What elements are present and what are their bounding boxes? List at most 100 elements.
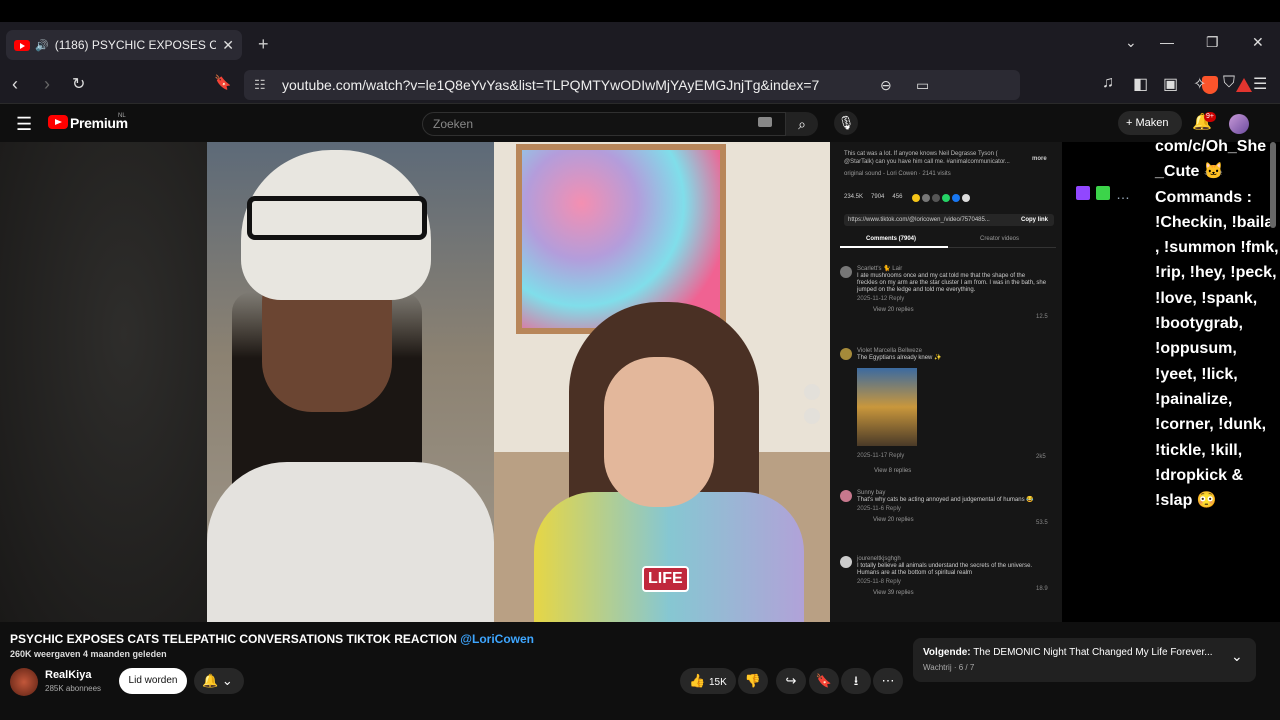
keyboard-icon[interactable]: [758, 117, 772, 127]
guide-menu-icon[interactable]: ☰: [16, 114, 32, 135]
cast-icon[interactable]: ▭: [916, 70, 929, 100]
reactor-video: [207, 142, 494, 622]
like-count: 15K: [709, 677, 727, 688]
like-icon: 👍: [689, 673, 706, 688]
tiktok-saves: 456: [892, 194, 903, 200]
window-close-icon[interactable]: ✕: [1252, 34, 1264, 51]
comment-image: [857, 368, 917, 446]
comment-likes: 53.5: [1036, 520, 1048, 526]
vpn-icon[interactable]: ⛉: [1223, 74, 1235, 92]
notification-badge: 9+: [1204, 112, 1216, 122]
comment-meta: 2025-11-17 Reply: [857, 453, 905, 459]
plus-icon[interactable]: +: [258, 34, 269, 55]
dislike-button[interactable]: 👎: [738, 668, 768, 694]
channel-name[interactable]: RealKiya: [45, 669, 91, 681]
search-icon[interactable]: ⌕: [786, 112, 818, 136]
channel-avatar[interactable]: [10, 668, 38, 696]
comment-text: That's why cats be acting annoyed and ju…: [857, 497, 1034, 503]
comment-replies: View 20 replies: [873, 307, 914, 313]
tab-creator-videos: Creator videos: [980, 236, 1020, 242]
reload-icon[interactable]: ↻: [72, 74, 85, 94]
overlay-label: LIFE: [642, 566, 689, 592]
bell-icon: 🔔: [202, 673, 219, 688]
tab-comments: Comments (7904): [866, 236, 917, 242]
comment-user: Violet Marcella Bellweze: [857, 348, 922, 354]
video-title: PSYCHIC EXPOSES CATS TELEPATHIC CONVERSA…: [10, 632, 534, 646]
forward-icon[interactable]: ›: [44, 74, 50, 95]
tiktok-comments-panel: This cat was a lot. If anyone knows Neil…: [830, 142, 1062, 622]
comment-likes: 2k5: [1036, 454, 1046, 460]
comment-user: Sunny bay: [857, 490, 886, 496]
tiktok-description: This cat was a lot. If anyone knows Neil…: [844, 151, 1010, 165]
dislike-icon: 👎: [744, 673, 762, 688]
comment-text: I totally believe all animals understand…: [857, 563, 1033, 576]
minimize-icon[interactable]: —: [1160, 34, 1174, 50]
comment-likes: 12.5: [1036, 314, 1048, 320]
nav-bar: ‹ › ↻ 🔖 ☷ youtube.com/watch?v=le1Q8eYvYa…: [0, 66, 1280, 104]
close-icon[interactable]: ✕: [222, 37, 234, 54]
sidebar-icon[interactable]: ◧: [1133, 74, 1148, 94]
comment-text: The Egyptians already knew ✨: [857, 355, 942, 361]
avatar[interactable]: [1229, 114, 1249, 134]
music-icon[interactable]: ♫: [1102, 74, 1114, 92]
youtube-logo-icon[interactable]: [48, 115, 68, 129]
join-button[interactable]: Lid worden: [119, 668, 187, 694]
more-button[interactable]: ⋯: [873, 668, 903, 694]
restore-icon[interactable]: ❐: [1206, 34, 1219, 51]
tiktok-comments: 7904: [871, 194, 885, 200]
more-icon: ⋯: [881, 673, 895, 688]
stream-chat-overlay: … com/c/Oh_She _Cute 🐱Commands : !Checki…: [1062, 138, 1280, 622]
comment-text: I ate mushrooms once and my cat told me …: [857, 273, 1047, 293]
zoom-icon[interactable]: ⊖: [880, 70, 892, 100]
copy-link: Copy link: [1020, 217, 1048, 223]
comment-replies: View 39 replies: [873, 590, 914, 596]
scroll-up-icon: [804, 384, 820, 400]
scrollbar[interactable]: [1270, 142, 1276, 228]
tab-bar: 🔊 (1186) PSYCHIC EXPOSES CAT ✕ + ⌄ — ❐ ✕: [0, 22, 1280, 66]
chevron-down-icon[interactable]: ⌄: [1125, 34, 1137, 51]
save-button[interactable]: 🔖: [809, 668, 839, 694]
tiktok-likes: 234.5K: [844, 194, 864, 200]
queue-position: Wachtrij · 6 / 7: [923, 663, 975, 672]
mention-link[interactable]: @LoriCowen: [460, 632, 534, 646]
search-input[interactable]: Zoeken: [422, 112, 786, 136]
create-button[interactable]: + Maken: [1118, 111, 1182, 135]
address-bar[interactable]: ☷ youtube.com/watch?v=le1Q8eYvYas&list=T…: [244, 70, 1252, 100]
playlist-next-card[interactable]: Volgende: The DEMONIC Night That Changed…: [913, 638, 1256, 682]
mic-icon[interactable]: 🎙: [834, 111, 858, 135]
video-player[interactable]: LIFE This cat was a lot. If anyone knows…: [0, 142, 1062, 622]
youtube-header: ☰ Premium NL Zoeken ⌕ 🎙 + Maken 🔔 9+: [0, 104, 1280, 142]
comment-user: Scarlett's 🐈 Lair: [857, 266, 903, 272]
video-title-text: PSYCHIC EXPOSES CATS TELEPATHIC CONVERSA…: [10, 632, 457, 646]
menu-icon[interactable]: ☰: [1253, 74, 1267, 94]
tiktok-link: https://www.tiktok.com/@loricowen_/video…: [844, 214, 1054, 226]
next-prefix: Volgende:: [923, 647, 971, 658]
bookmark-icon[interactable]: 🔖: [214, 74, 231, 91]
sword-icon: [1096, 186, 1110, 200]
download-button[interactable]: ⭳: [841, 668, 871, 694]
comment-user: joureneltkjsghgh: [857, 556, 901, 562]
speaker-icon[interactable]: 🔊: [35, 39, 49, 52]
top-band: [0, 0, 1280, 22]
scroll-down-icon: [804, 408, 820, 424]
back-icon[interactable]: ‹: [12, 74, 18, 95]
comment-likes: 18.9: [1036, 586, 1048, 592]
video-metadata: PSYCHIC EXPOSES CATS TELEPATHIC CONVERSA…: [0, 622, 1280, 720]
save-icon: 🔖: [815, 673, 833, 688]
like-button[interactable]: 👍 15K: [680, 668, 736, 694]
comment-meta: 2025-11-12 Reply: [857, 296, 905, 302]
subscribe-bell-button[interactable]: 🔔 ⌄: [194, 668, 244, 694]
share-button[interactable]: ↪: [776, 668, 806, 694]
comment-replies: View 8 replies: [874, 468, 912, 474]
chevron-down-icon[interactable]: ⌄: [1231, 648, 1243, 665]
create-label: Maken: [1135, 117, 1169, 129]
comment-meta: 2025-11-6 Reply: [857, 506, 901, 512]
browser-tab[interactable]: 🔊 (1186) PSYCHIC EXPOSES CAT ✕: [6, 30, 242, 60]
tiktok-sound: original sound - Lori Cowen · 2141 visit…: [844, 171, 951, 177]
wallet-icon[interactable]: ▣: [1163, 74, 1178, 94]
leo-icon[interactable]: ✧: [1193, 74, 1206, 94]
site-info-icon[interactable]: ☷: [254, 70, 266, 100]
region-code: NL: [118, 113, 126, 119]
rewards-icon[interactable]: [1236, 78, 1252, 92]
video-left-background: [0, 142, 207, 622]
